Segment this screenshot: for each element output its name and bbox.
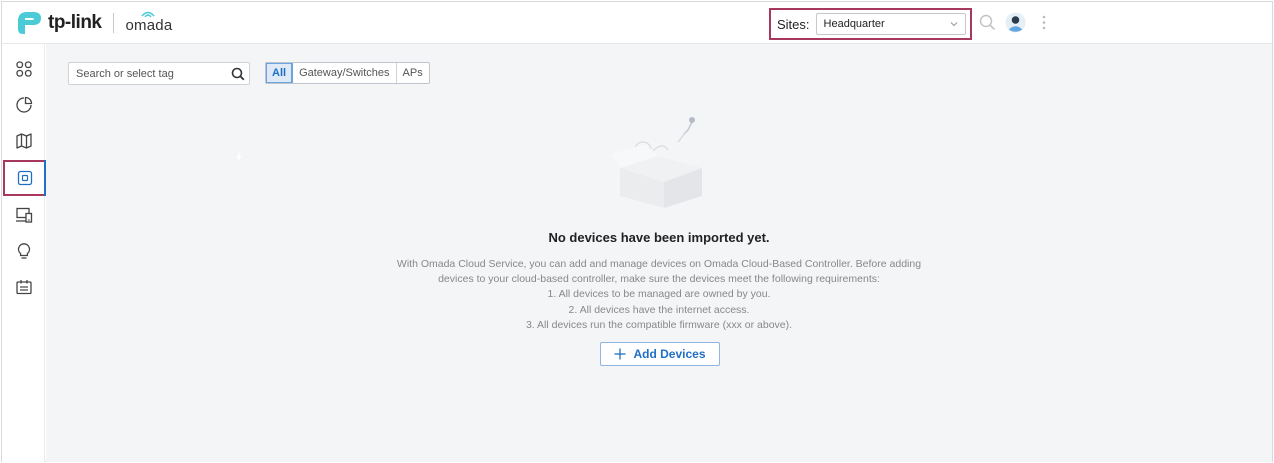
logo-divider [112,13,114,33]
add-devices-label: Add Devices [633,347,706,361]
selected-site: Headquarter [823,18,885,30]
tab-gateway-switches[interactable]: Gateway/Switches [293,63,397,83]
sidebar-item-insights[interactable] [2,234,45,268]
lightbulb-icon [17,243,30,259]
tab-aps[interactable]: APs [397,63,429,83]
more-vertical-icon[interactable] [1042,15,1046,31]
logo: tp-link omada [14,9,172,37]
description-line: devices to your cloud-based controller, … [438,273,880,286]
logs-icon [15,280,32,295]
requirement-item: 2. All devices have the internet access. [568,303,750,316]
app-window: tp-link omada Sites: Headquarter Search … [1,1,1273,462]
tab-all[interactable]: All [266,63,294,83]
site-dropdown[interactable]: Headquarter [815,13,966,35]
requirement-item: 1. All devices to be managed are owned b… [547,288,771,301]
brand-name: tp-link [48,12,102,33]
sidebar-item-clients[interactable] [2,198,45,232]
site-selector: Sites: Headquarter [769,8,972,40]
devices-icon [17,170,32,186]
search-icon[interactable] [979,14,996,31]
map-icon [15,133,32,149]
tag-search [68,62,250,85]
device-type-tabs: All Gateway/Switches APs [265,62,430,84]
sidebar [2,44,47,462]
plus-icon [614,348,626,360]
add-devices-button[interactable]: Add Devices [600,342,720,366]
sidebar-item-map[interactable] [2,124,45,158]
sites-label: Sites: [777,16,810,32]
search-input[interactable] [76,67,226,80]
user-avatar-icon[interactable] [1005,12,1026,33]
main-content: All Gateway/Switches APs No devices have… [46,44,1272,462]
description-line: With Omada Cloud Service, you can add an… [396,258,922,270]
sidebar-item-statistics[interactable] [2,88,45,122]
sidebar-item-devices[interactable] [3,160,47,196]
sidebar-item-logs[interactable] [2,270,45,304]
sparkle-decoration-icon [236,152,242,162]
statistics-icon [15,96,32,113]
chevron-down-icon [950,22,957,27]
tp-link-logo-icon [18,12,41,34]
empty-box-illustration [611,117,714,208]
empty-state-title: No devices have been imported yet. [548,230,770,245]
top-header: tp-link omada Sites: Headquarter [2,2,1272,44]
clients-icon [15,207,32,223]
product-name: omada [125,17,173,34]
requirement-item: 3. All devices run the compatible firmwa… [525,318,793,331]
sidebar-item-dashboard[interactable] [2,52,45,86]
empty-state-description: With Omada Cloud Service, you can add an… [386,257,932,333]
dashboard-icon [15,61,32,77]
search-icon[interactable] [231,67,245,81]
